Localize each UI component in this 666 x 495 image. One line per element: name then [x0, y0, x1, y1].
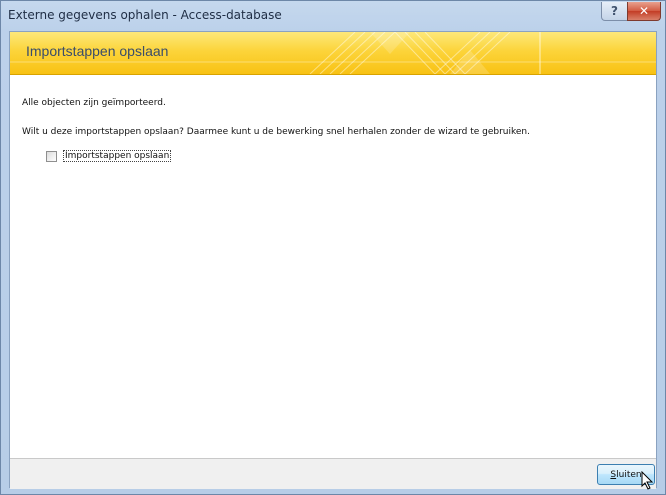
import-done-message: Alle objecten zijn geïmporteerd.: [22, 98, 166, 108]
save-steps-checkbox[interactable]: [46, 150, 57, 162]
close-icon: ✕: [638, 4, 650, 18]
title-bar[interactable]: Externe gegevens ophalen - Access-databa…: [1, 1, 665, 31]
page-title: Importstappen opslaan: [26, 43, 169, 59]
wizard-body: Alle objecten zijn geïmporteerd. Wilt u …: [10, 74, 656, 458]
dialog-window: Externe gegevens ophalen - Access-databa…: [0, 0, 666, 495]
save-steps-question: Wilt u deze importstappen opslaan? Daarm…: [22, 127, 530, 137]
save-steps-option[interactable]: Importstappen opslaan: [46, 150, 172, 162]
header-banner: Importstappen opslaan: [10, 32, 656, 75]
help-button[interactable]: ?: [601, 2, 628, 21]
save-steps-checkbox-label[interactable]: Importstappen opslaan: [63, 150, 172, 162]
help-icon: ?: [611, 4, 618, 18]
mouse-pointer-icon: [641, 471, 654, 490]
close-button-label: luiten: [616, 469, 642, 480]
dialog-footer: Sluiten: [10, 458, 656, 489]
window-close-button[interactable]: ✕: [627, 2, 661, 21]
dialog-content: Importstappen opslaan Alle objecten zijn…: [9, 31, 657, 489]
window-title: Externe gegevens ophalen - Access-databa…: [8, 8, 282, 22]
